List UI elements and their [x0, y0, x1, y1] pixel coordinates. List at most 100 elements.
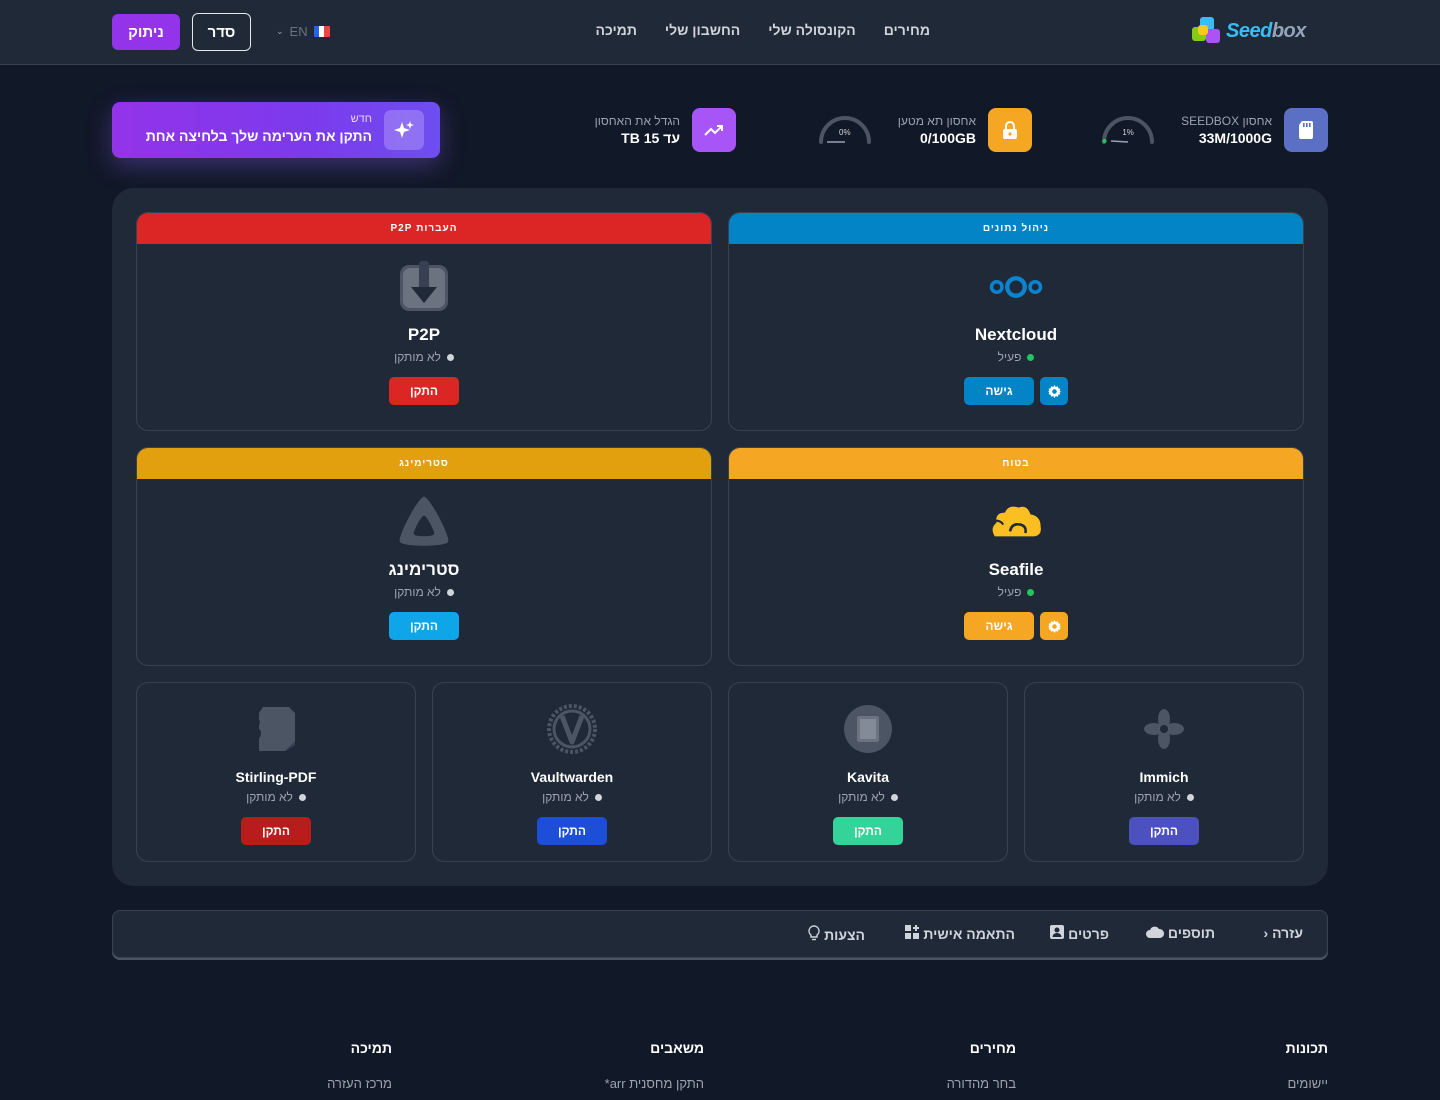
sd-card-icon: [1284, 108, 1328, 152]
access-button[interactable]: גישה: [964, 377, 1034, 405]
tab-customization[interactable]: התאמה אישית: [905, 925, 1015, 942]
footer-heading: מחירים: [969, 1040, 1016, 1056]
seafile-cloud-icon: [988, 494, 1044, 550]
app-name: Seafile: [988, 560, 1044, 579]
app-name: Immich: [1139, 769, 1189, 785]
footer-link-help-center[interactable]: מרכז העזרה: [327, 1076, 392, 1091]
locker-storage-stat: אחסון תא מטען 0/100GB 0%: [818, 108, 1032, 152]
lock-icon: [988, 108, 1032, 152]
seedbox-storage-value: 33M/1000G: [1198, 130, 1272, 146]
upgrade-storage-label: הגדל את האחסון: [594, 114, 680, 128]
seedbox-storage-stat: אחסון SEEDBOX 33M/1000G 1%: [1101, 108, 1328, 152]
contact-card-icon: [1050, 925, 1065, 942]
french-flag-icon: [313, 26, 330, 37]
nav-link-pricing[interactable]: מחירים: [884, 22, 930, 38]
install-button[interactable]: התקן: [389, 377, 459, 405]
install-button[interactable]: התקן: [537, 817, 607, 845]
footer-link-arr-stack[interactable]: התקן מחסנית arr*: [605, 1076, 704, 1091]
status-dot-inactive: [1186, 793, 1194, 801]
app-card-stirling-pdf: S Stirling-PDF לא מותקן התקן: [136, 682, 416, 862]
app-card-immich: Immich לא מותקן התקן: [1024, 682, 1304, 862]
category-bar-streaming: סטרימינג: [137, 448, 711, 479]
footer-heading: תכונות: [1285, 1040, 1328, 1056]
app-status: לא מותקן: [137, 585, 711, 599]
seedbox-usage-gauge: 1%: [1101, 115, 1155, 145]
app-status: פעיל: [729, 585, 1303, 599]
locker-usage-gauge: 0%: [818, 115, 872, 145]
logout-button[interactable]: ניתוק: [112, 14, 180, 50]
kavita-book-icon: [840, 701, 896, 757]
gear-icon[interactable]: [1040, 377, 1068, 405]
tab-details[interactable]: פרטים: [1050, 925, 1109, 942]
apps-panel: ניהול נתונים Nextcloud פעיל גישה העברות …: [112, 188, 1328, 886]
app-status: לא מותקן: [729, 790, 1007, 804]
access-button[interactable]: גישה: [964, 612, 1034, 640]
chevron-down-icon: ⌄: [276, 26, 284, 36]
main-nav: מחירים הקונסולה שלי החשבון שלי תמיכה: [596, 22, 930, 38]
locker-storage-value: 0/100GB: [919, 130, 976, 146]
arrange-button[interactable]: סדר: [192, 13, 251, 51]
logo-cubes-icon: [1190, 15, 1222, 47]
chevron-left-icon: ‹: [1263, 925, 1269, 941]
footer-col-pricing: מחירים בחר מהדורה: [947, 1040, 1016, 1091]
app-name: P2P: [407, 325, 441, 344]
app-name: Nextcloud: [974, 325, 1058, 344]
language-selector[interactable]: ⌄ EN: [276, 24, 330, 39]
upgrade-storage-stat[interactable]: הגדל את האחסון עד 15 TB: [595, 108, 736, 152]
app-card-p2p: העברות P2P P2P לא מותקן התקן: [136, 212, 712, 431]
footer-link-choose-edition[interactable]: בחר מהדורה: [947, 1076, 1016, 1091]
app-name: Stirling-PDF: [235, 769, 317, 785]
app-card-vaultwarden: Vaultwarden לא מותקן התקן: [432, 682, 712, 862]
status-dot-inactive: [594, 793, 602, 801]
install-button[interactable]: התקן: [833, 817, 903, 845]
nav-link-my-console[interactable]: הקונסולה שלי: [768, 22, 855, 38]
promo-new-badge: חדש: [350, 113, 372, 125]
app-card-kavita: Kavita לא מותקן התקן: [728, 682, 1008, 862]
immich-pinwheel-icon: [1136, 701, 1192, 757]
cloud-icon: [1145, 925, 1164, 941]
seedbox-logo[interactable]: Seedbox: [1190, 14, 1322, 48]
locker-usage-percent: 0%: [839, 128, 851, 137]
status-dot-inactive: [890, 793, 898, 801]
category-bar-p2p-transfers: העברות P2P: [137, 213, 711, 244]
top-navbar: Seedbox מחירים הקונסולה שלי החשבון שלי ת…: [0, 0, 1440, 65]
install-button[interactable]: התקן: [1129, 817, 1199, 845]
seedbox-usage-percent: 1%: [1122, 128, 1134, 137]
footer-col-features: תכונות יישומים: [1286, 1040, 1328, 1091]
nav-link-my-account[interactable]: החשבון שלי: [665, 22, 740, 38]
app-status: לא מותקן: [433, 790, 711, 804]
nav-link-support[interactable]: תמיכה: [596, 22, 637, 38]
category-bar-secure: בטוח: [729, 448, 1303, 479]
locker-storage-label: אחסון תא מטען: [897, 114, 976, 128]
bottom-tab-bar: עזרה ‹ תוספים פרטים התאמה אישית הצעות: [112, 910, 1328, 958]
status-dot-inactive: [446, 588, 454, 596]
widgets-grid-icon: [905, 925, 920, 942]
install-button[interactable]: התקן: [389, 612, 459, 640]
app-card-nextcloud: ניהול נתונים Nextcloud פעיל גישה: [728, 212, 1304, 431]
gear-icon[interactable]: [1040, 612, 1068, 640]
logo-wordmark: Seedbox: [1226, 19, 1306, 42]
category-bar-data-management: ניהול נתונים: [729, 213, 1303, 244]
app-name: סטרימינג: [388, 560, 460, 579]
tab-help[interactable]: עזרה ‹: [1263, 925, 1303, 941]
jellyfin-triangle-icon: [396, 494, 452, 550]
sparkles-icon: [384, 110, 424, 150]
app-name: Vaultwarden: [530, 769, 614, 785]
tab-addons[interactable]: תוספים: [1145, 925, 1215, 941]
language-code: EN: [289, 24, 308, 39]
upgrade-storage-value: עד 15 TB: [621, 130, 680, 146]
app-name: Kavita: [846, 769, 890, 785]
app-card-seafile: בטוח Seafile פעיל גישה: [728, 447, 1304, 666]
status-dot-inactive: [298, 793, 306, 801]
install-button[interactable]: התקן: [241, 817, 311, 845]
tab-suggestions[interactable]: הצעות: [808, 925, 865, 944]
seedbox-storage-label: אחסון SEEDBOX: [1181, 114, 1272, 128]
footer-heading: משאבים: [650, 1040, 704, 1056]
footer-link-apps[interactable]: יישומים: [1286, 1076, 1329, 1091]
footer-heading: תמיכה: [350, 1040, 392, 1056]
status-dot-active: [1027, 588, 1035, 596]
app-status: לא מותקן: [1025, 790, 1303, 804]
stirling-pdf-icon: S: [248, 701, 304, 757]
one-click-stack-promo[interactable]: חדש התקן את הערימה שלך בלחיצה אחת: [112, 102, 440, 158]
footer-col-resources: משאבים התקן מחסנית arr*: [605, 1040, 704, 1091]
